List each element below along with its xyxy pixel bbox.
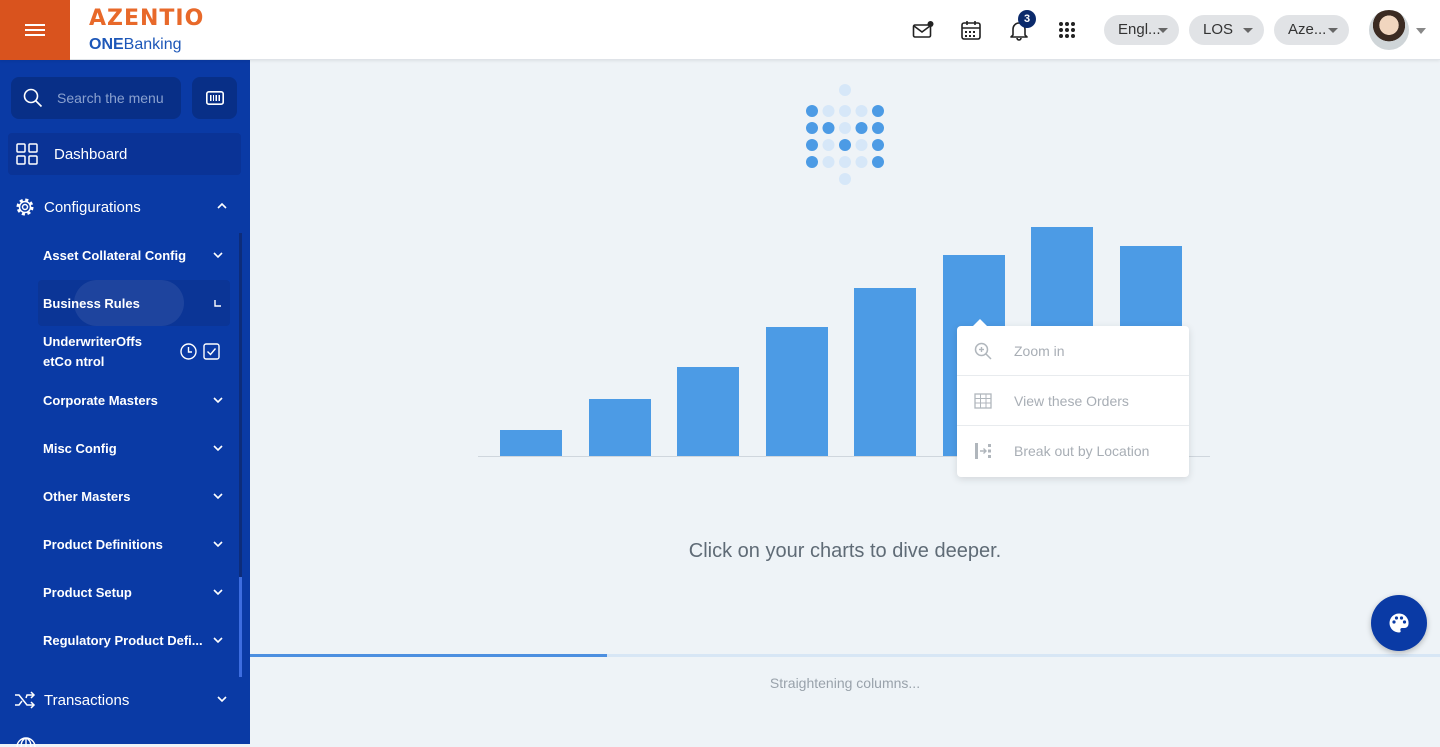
- loading-dots-icon: [806, 84, 884, 185]
- notification-badge: 3: [1018, 10, 1036, 28]
- dashboard-grid-icon: [16, 143, 38, 165]
- sidebar-item-corporate-masters[interactable]: Corporate Masters: [38, 377, 230, 423]
- chevron-down-icon: [213, 397, 223, 404]
- product-prefix: ONE: [89, 36, 124, 53]
- search-input[interactable]: [57, 90, 177, 106]
- chevron-down-icon: [1158, 28, 1168, 33]
- chevron-down-icon: [213, 589, 223, 596]
- sidebar-group-configurations[interactable]: Configurations: [14, 196, 236, 218]
- chevron-down-icon: [1243, 28, 1253, 33]
- sidebar-item-label: Asset Collateral Config: [43, 247, 187, 263]
- sidebar-item-label: Corporate Masters: [43, 392, 158, 408]
- sidebar-group-label: Configurations: [44, 198, 141, 216]
- sidebar-item-label: Business Rules: [43, 295, 140, 311]
- main-content: Zoom in View these Orders Break out by L…: [250, 60, 1440, 744]
- sidebar-group-transactions[interactable]: Transactions: [14, 689, 236, 711]
- chevron-down-icon: [1328, 28, 1338, 33]
- chevron-down-icon: [217, 696, 227, 703]
- module-value: LOS: [1203, 21, 1234, 38]
- loading-caption: Click on your charts to dive deeper.: [688, 540, 1002, 562]
- palette-icon: [1389, 613, 1409, 633]
- sidebar-item-dashboard[interactable]: Dashboard: [8, 133, 241, 175]
- sidebar: Dashboard Configurations Asset Collatera…: [0, 60, 250, 747]
- loading-progress-bar: [250, 654, 1440, 657]
- chart-bar[interactable]: [588, 399, 651, 456]
- sidebar-item-product-definitions[interactable]: Product Definitions: [38, 521, 230, 567]
- module-select[interactable]: LOS: [1189, 15, 1264, 45]
- chevron-up-icon: [217, 202, 227, 209]
- sidebar-item-regulatory-product-definitions[interactable]: Regulatory Product Defi...: [38, 617, 230, 663]
- chart-context-menu: Zoom in View these Orders Break out by L…: [957, 319, 1189, 477]
- sidebar-item-other-masters[interactable]: Other Masters: [38, 473, 230, 519]
- sidebar-item-misc-config[interactable]: Misc Config: [38, 425, 230, 471]
- menu-item-label: Zoom in: [1014, 342, 1065, 359]
- product-name: ONEBanking: [89, 37, 204, 53]
- avatar[interactable]: [1369, 10, 1409, 50]
- hamburger-menu-button[interactable]: [0, 0, 70, 60]
- menu-item-break-out-location[interactable]: Break out by Location: [957, 426, 1189, 476]
- chevron-down-icon: [213, 493, 223, 500]
- sidebar-group-label: Transactions: [44, 691, 130, 709]
- menu-item-zoom-in[interactable]: Zoom in: [957, 326, 1189, 376]
- sidebar-item-label: Product Setup: [43, 584, 132, 600]
- chart-bar[interactable]: [500, 430, 562, 456]
- entity-select[interactable]: Aze...: [1274, 15, 1349, 45]
- shuffle-icon: [15, 691, 36, 709]
- language-value: Engl...: [1118, 21, 1161, 38]
- menu-item-view-orders[interactable]: View these Orders: [957, 376, 1189, 426]
- barcode-icon: [205, 91, 224, 105]
- profile-caret-icon[interactable]: [1416, 28, 1426, 34]
- sidebar-item-underwriter-offset-control[interactable]: UnderwriterOffsetCo ntrol: [38, 326, 230, 378]
- chevron-down-icon: [213, 541, 223, 548]
- mail-icon[interactable]: [911, 18, 935, 42]
- sidebar-item-label: Dashboard: [54, 145, 128, 163]
- menu-item-label: Break out by Location: [1014, 443, 1150, 459]
- sidebar-item-asset-collateral-config[interactable]: Asset Collateral Config: [38, 232, 230, 278]
- gear-icon: [16, 198, 34, 216]
- sidebar-item-label: Product Definitions: [43, 536, 163, 552]
- zoom-in-icon: [974, 342, 992, 360]
- chevron-down-icon: [213, 445, 223, 452]
- barcode-button[interactable]: [192, 77, 237, 119]
- sidebar-item-label: UnderwriterOffsetCo ntrol: [43, 334, 142, 369]
- sidebar-item-label: Misc Config: [43, 440, 117, 456]
- chart-bar[interactable]: [765, 327, 828, 456]
- chart-bar[interactable]: [677, 367, 739, 456]
- table-icon: [974, 392, 992, 409]
- chart-bar[interactable]: [854, 288, 916, 456]
- menu-item-label: View these Orders: [1014, 392, 1129, 409]
- theme-palette-button[interactable]: [1371, 595, 1427, 651]
- language-select[interactable]: Engl...: [1104, 15, 1179, 45]
- menu-search: [11, 77, 181, 119]
- logo: AZENTIO ONEBanking: [89, 8, 204, 53]
- brand-name: AZENTIO: [89, 6, 205, 31]
- sidebar-item-business-rules[interactable]: Business Rules: [38, 280, 230, 326]
- globe-icon: [16, 737, 36, 747]
- progress-fill: [250, 654, 607, 657]
- breakout-icon: [975, 443, 991, 459]
- apps-grid-icon[interactable]: [1055, 18, 1079, 42]
- chevron-down-icon: [213, 252, 223, 259]
- product-suffix: Banking: [123, 36, 182, 53]
- search-icon: [23, 88, 43, 108]
- entity-value: Aze...: [1288, 21, 1327, 38]
- chevron-down-icon: [213, 637, 223, 644]
- sidebar-scrollbar-thumb[interactable]: [239, 577, 242, 677]
- checkbox-icon[interactable]: [203, 343, 220, 360]
- sidebar-item-label: Other Masters: [43, 488, 131, 504]
- sidebar-item-product-setup[interactable]: Product Setup: [38, 569, 230, 615]
- menu-icon: [25, 21, 45, 39]
- sidebar-item-label: Regulatory Product Defi...: [43, 632, 203, 648]
- loading-corner-icon: [214, 300, 221, 307]
- loading-status: Straightening columns...: [769, 675, 921, 691]
- top-bar: AZENTIO ONEBanking 3 Engl... LOS Aze...: [0, 0, 1440, 60]
- calendar-icon[interactable]: [959, 18, 983, 42]
- clock-icon[interactable]: [180, 343, 197, 360]
